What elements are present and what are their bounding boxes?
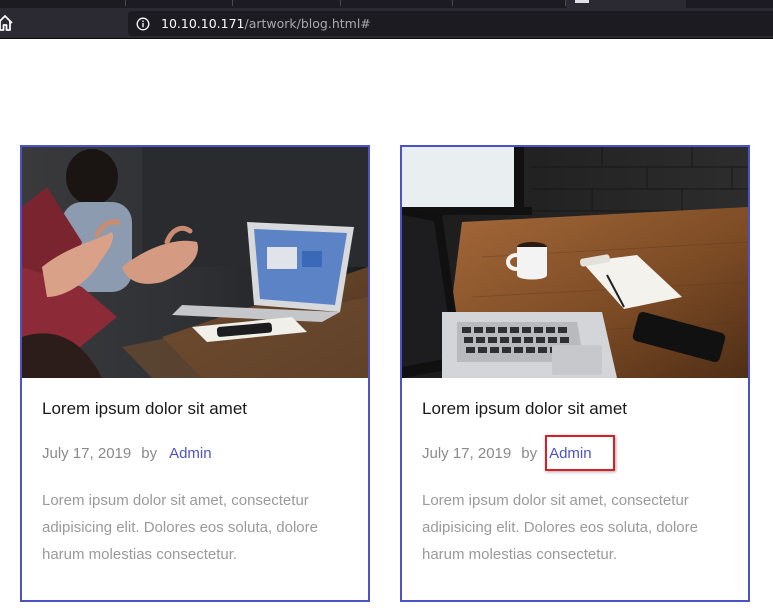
address-bar[interactable]: 10.10.10.171/artwork/blog.html# [128, 11, 773, 36]
tab-separator [452, 0, 453, 6]
blog-card: Lorem ipsum dolor sit amet July 17, 2019… [400, 145, 750, 602]
tab-separator [232, 0, 233, 6]
author-link[interactable]: Admin [169, 445, 212, 462]
url-text[interactable]: 10.10.10.171/artwork/blog.html# [161, 16, 371, 31]
home-icon[interactable] [0, 13, 15, 33]
card-image-desk[interactable] [402, 147, 748, 378]
by-label: by [141, 445, 158, 462]
card-title[interactable]: Lorem ipsum dolor sit amet [42, 399, 247, 419]
card-title[interactable]: Lorem ipsum dolor sit amet [422, 399, 627, 419]
card-image-meeting[interactable] [22, 147, 368, 378]
card-meta: July 17, 2019 by Admin [42, 445, 212, 462]
by-label: by [521, 445, 538, 462]
card-excerpt: Lorem ipsum dolor sit amet, consectetur … [42, 492, 318, 563]
blog-card: Lorem ipsum dolor sit amet July 17, 2019… [20, 145, 370, 602]
page-icon [575, 0, 589, 3]
url-path: /artwork/blog.html# [244, 16, 371, 31]
post-date: July 17, 2019 [42, 445, 132, 462]
url-host: 10.10.10.171 [161, 16, 245, 31]
tab-strip [0, 0, 773, 8]
browser-toolbar: 10.10.10.171/artwork/blog.html# [0, 8, 773, 39]
card-excerpt: Lorem ipsum dolor sit amet, consectetur … [422, 492, 698, 563]
tab-separator [125, 0, 126, 6]
post-date: July 17, 2019 [422, 445, 512, 462]
highlight-box [545, 435, 615, 471]
tab-separator [340, 0, 341, 6]
info-icon[interactable] [136, 16, 150, 31]
